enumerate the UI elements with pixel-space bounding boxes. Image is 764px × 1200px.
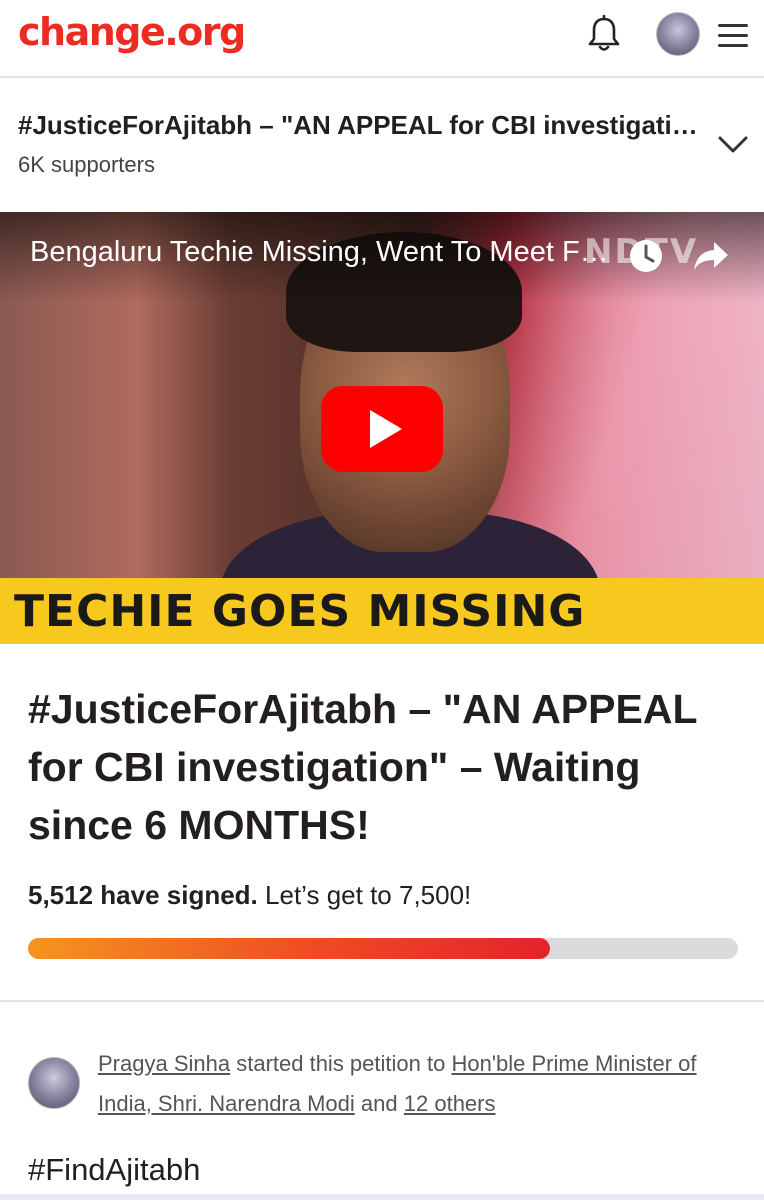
starter-avatar[interactable]	[28, 1057, 80, 1109]
starter-action-text: started this petition to	[236, 1051, 446, 1076]
play-icon[interactable]	[370, 410, 402, 448]
body-hashtag: #FindAjitabh	[28, 1152, 201, 1187]
progress-bar-fill	[28, 938, 550, 959]
signature-progress-text: 5,512 have signed. Let’s get to 7,500!	[28, 880, 471, 911]
goal-text: Let’s get to 7,500!	[265, 880, 472, 910]
chevron-down-icon[interactable]	[716, 132, 750, 156]
change-org-logo[interactable]: change.org	[18, 10, 246, 54]
others-link[interactable]: 12 others	[404, 1091, 496, 1116]
video-banner-text: TECHIE GOES MISSING	[14, 586, 586, 637]
petition-sticky-header[interactable]: #JusticeForAjitabh – "AN APPEAL for CBI …	[0, 80, 764, 210]
sticky-petition-title: #JusticeForAjitabh – "AN APPEAL for CBI …	[18, 110, 698, 140]
starter-name-link[interactable]: Pragya Sinha	[98, 1051, 230, 1076]
user-avatar[interactable]	[656, 12, 700, 56]
bell-icon[interactable]	[586, 14, 622, 54]
top-nav-bar: change.org	[0, 0, 764, 78]
and-text: and	[360, 1091, 398, 1116]
share-arrow-icon[interactable]	[692, 240, 730, 272]
video-title[interactable]: Bengaluru Techie Missing, Went To Meet F…	[30, 236, 610, 269]
signature-progress-bar	[28, 938, 738, 959]
supporters-count: 6K supporters	[18, 152, 155, 177]
signed-count: 5,512 have signed.	[28, 880, 258, 910]
watch-later-clock-icon[interactable]	[628, 238, 664, 274]
petition-title: #JusticeForAjitabh – "AN APPEAL for CBI …	[28, 686, 697, 848]
petition-starter-info: Pragya Sinha started this petition to Ho…	[98, 1044, 738, 1124]
bottom-edge	[0, 1194, 764, 1200]
hamburger-menu-icon[interactable]	[718, 24, 748, 48]
section-divider	[0, 1000, 764, 1002]
